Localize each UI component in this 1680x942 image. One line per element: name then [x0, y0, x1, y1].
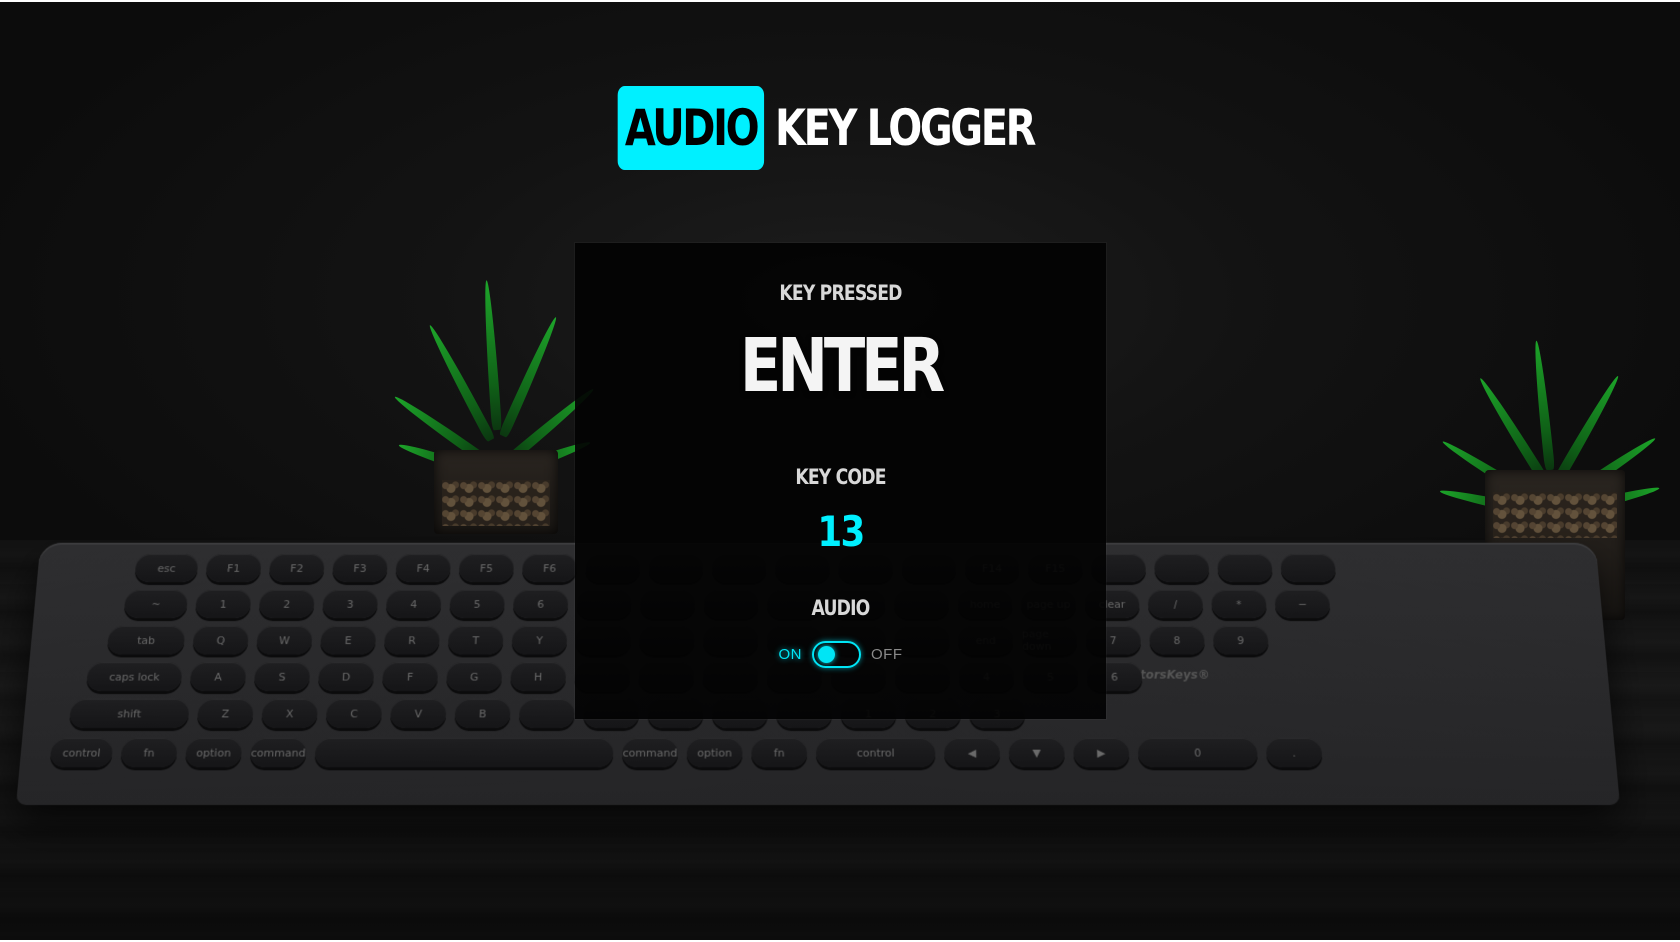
keyboard-key: Z	[196, 698, 255, 729]
keyboard-key: F3	[331, 554, 388, 583]
logo-badge: AUDIO	[618, 86, 765, 170]
keyboard-key: H	[510, 662, 567, 692]
keyboard-key: 4	[385, 589, 442, 619]
keyboard-key: ▶	[1072, 737, 1130, 768]
key-pressed-label: KEY PRESSED	[779, 281, 902, 305]
keyboard-key: W	[256, 625, 313, 655]
audio-toggle-switch[interactable]	[812, 641, 861, 668]
key-info-panel: KEY PRESSED ENTER KEY CODE 13 AUDIO ON O…	[575, 243, 1106, 719]
keyboard-key: X	[261, 698, 319, 729]
keyboard-key: 1	[194, 589, 252, 619]
keyboard-key: shift	[68, 698, 190, 729]
app-background: EditorsKeys® escF1F2F3F4F5F6F14F15~12345…	[0, 0, 1680, 942]
keyboard-key: F	[381, 662, 439, 692]
key-pressed-value: ENTER	[739, 323, 945, 409]
keyboard-key: caps lock	[85, 662, 183, 692]
keyboard-key: F4	[395, 554, 452, 583]
keyboard-key: fn	[120, 737, 179, 768]
audio-off-label[interactable]: OFF	[871, 646, 903, 663]
keyboard-key: command	[621, 737, 679, 768]
keyboard-key: B	[454, 698, 511, 729]
keyboard-key	[1280, 554, 1337, 583]
top-border	[0, 0, 1680, 2]
keyboard-key: T	[447, 625, 504, 655]
keyboard-key: control	[816, 737, 936, 768]
keyboard-key: *	[1210, 589, 1267, 619]
keyboard-key: 8	[1148, 625, 1206, 655]
keyboard-key: 0	[1137, 737, 1259, 768]
keyboard-key: /	[1147, 589, 1204, 619]
keyboard-row: control fn option command command option fn con…	[49, 737, 1323, 768]
key-code-label: KEY CODE	[795, 465, 886, 489]
keyboard-key: E	[319, 625, 377, 655]
keyboard-key: 6	[512, 589, 569, 619]
audio-toggle-row: ON OFF	[575, 641, 1106, 668]
keyboard-key: A	[189, 662, 247, 692]
keyboard-key: option	[184, 737, 243, 768]
keyboard-key: ▼	[1008, 737, 1065, 768]
keyboard-key	[1216, 554, 1273, 583]
audio-on-label[interactable]: ON	[779, 646, 803, 663]
toggle-knob	[818, 646, 835, 663]
app-title: KEY LOGGER	[774, 99, 1036, 157]
keyboard-key: option	[686, 737, 743, 768]
app-header: AUDIO KEY LOGGER	[0, 86, 1680, 170]
keyboard-key: F1	[205, 554, 262, 583]
keyboard-key: 3	[322, 589, 379, 619]
left-plant-decoration	[392, 270, 597, 534]
keyboard-key: S	[253, 662, 311, 692]
keyboard-key: control	[49, 737, 114, 768]
keyboard-key: tab	[106, 625, 186, 655]
keyboard-key: F2	[268, 554, 325, 583]
keyboard-key: Y	[511, 625, 568, 655]
keyboard-key: R	[383, 625, 441, 655]
keyboard-key: D	[317, 662, 375, 692]
keyboard-key: −	[1274, 589, 1331, 619]
keyboard-key: ~	[123, 589, 189, 619]
keyboard-key: esc	[134, 554, 199, 583]
keyboard-key: F6	[521, 554, 578, 583]
keyboard-key: ◀	[944, 737, 1001, 768]
keyboard-key: fn	[751, 737, 808, 768]
keyboard-key: 9	[1212, 625, 1269, 655]
keyboard-key	[1153, 554, 1210, 583]
keyboard-key: G	[446, 662, 503, 692]
keyboard-key: 5	[449, 589, 506, 619]
keyboard-key: C	[325, 698, 383, 729]
keyboard-key: V	[389, 698, 447, 729]
keyboard-key	[518, 698, 576, 729]
keyboard-key: Q	[192, 625, 250, 655]
keyboard-key: .	[1265, 737, 1323, 768]
keyboard-key: F5	[458, 554, 515, 583]
keyboard-key: 2	[258, 589, 315, 619]
keyboard-key: command	[249, 737, 308, 768]
audio-label: AUDIO	[811, 596, 870, 620]
keyboard-key	[314, 737, 614, 768]
key-code-value: 13	[817, 507, 865, 556]
